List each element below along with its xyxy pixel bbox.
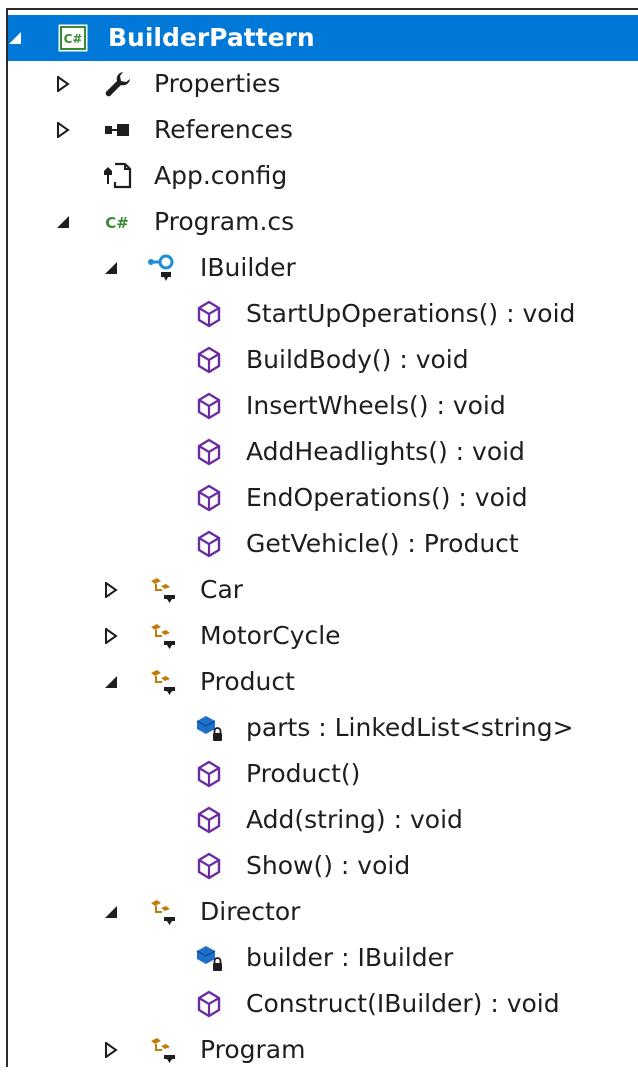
- method-icon: [194, 299, 224, 329]
- tree-item-label: StartUpOperations() : void: [246, 299, 576, 328]
- tree-item-label: References: [154, 115, 293, 144]
- collapsed-arrow-icon[interactable]: [100, 579, 122, 601]
- tree-item[interactable]: Program: [8, 1027, 638, 1073]
- tree-item[interactable]: GetVehicle() : Product: [8, 521, 638, 567]
- tree-item[interactable]: builder : IBuilder: [8, 935, 638, 981]
- class-icon: [148, 575, 178, 605]
- svg-text:C#: C#: [105, 214, 129, 232]
- tree-item-label: builder : IBuilder: [246, 943, 454, 972]
- expanded-arrow-icon[interactable]: [4, 27, 26, 49]
- tree-item-label: GetVehicle() : Product: [246, 529, 519, 558]
- wrench-icon: [102, 69, 132, 99]
- tree-item-label: Product: [200, 667, 295, 696]
- tree-item[interactable]: parts : LinkedList<string>: [8, 705, 638, 751]
- private-field-icon: [194, 943, 224, 973]
- class-icon: [148, 667, 178, 697]
- tree-item[interactable]: Product: [8, 659, 638, 705]
- method-icon: [194, 805, 224, 835]
- tree-item[interactable]: App.config: [8, 153, 638, 199]
- method-icon: [194, 989, 224, 1019]
- svg-text:C#: C#: [64, 32, 83, 46]
- interface-icon: [148, 253, 178, 283]
- tree-item-label: IBuilder: [200, 253, 296, 282]
- tree-item[interactable]: Product(): [8, 751, 638, 797]
- tree-item[interactable]: C# Program.cs: [8, 199, 638, 245]
- collapsed-arrow-icon[interactable]: [100, 1039, 122, 1061]
- method-icon: [194, 345, 224, 375]
- tree-item-label: EndOperations() : void: [246, 483, 528, 512]
- tree-item[interactable]: StartUpOperations() : void: [8, 291, 638, 337]
- expanded-arrow-icon[interactable]: [100, 671, 122, 693]
- tree-item[interactable]: Construct(IBuilder) : void: [8, 981, 638, 1027]
- class-icon: [148, 1035, 178, 1065]
- tree-item-label: App.config: [154, 161, 288, 190]
- tree-item[interactable]: AddHeadlights() : void: [8, 429, 638, 475]
- tree-item-label: BuilderPattern: [108, 23, 315, 52]
- config-file-icon: [102, 161, 132, 191]
- tree-item-label: AddHeadlights() : void: [246, 437, 525, 466]
- method-icon: [194, 529, 224, 559]
- method-icon: [194, 759, 224, 789]
- class-icon: [148, 621, 178, 651]
- tree-item-label: parts : LinkedList<string>: [246, 713, 574, 742]
- tree-item[interactable]: Add(string) : void: [8, 797, 638, 843]
- tree-item[interactable]: EndOperations() : void: [8, 475, 638, 521]
- tree-item-label: Show() : void: [246, 851, 411, 880]
- tree-item[interactable]: Director: [8, 889, 638, 935]
- tree-item[interactable]: Show() : void: [8, 843, 638, 889]
- collapsed-arrow-icon[interactable]: [52, 119, 74, 141]
- expanded-arrow-icon[interactable]: [100, 901, 122, 923]
- csharp-project-icon: C#: [58, 23, 88, 53]
- tree-item-label: Car: [200, 575, 244, 604]
- expanded-arrow-icon[interactable]: [52, 211, 74, 233]
- private-field-icon: [194, 713, 224, 743]
- tree-item[interactable]: References: [8, 107, 638, 153]
- tree-item[interactable]: Properties: [8, 61, 638, 107]
- tree-item-label: BuildBody() : void: [246, 345, 469, 374]
- tree-item-label: Add(string) : void: [246, 805, 463, 834]
- tree-item-label: Construct(IBuilder) : void: [246, 989, 560, 1018]
- method-icon: [194, 483, 224, 513]
- class-icon: [148, 897, 178, 927]
- tree-item-label: Program: [200, 1035, 306, 1064]
- tree-item-project[interactable]: C# BuilderPattern: [8, 15, 638, 61]
- method-icon: [194, 391, 224, 421]
- tree-item[interactable]: Car: [8, 567, 638, 613]
- tree-item-label: MotorCycle: [200, 621, 341, 650]
- tree-item-label: Director: [200, 897, 301, 926]
- csharp-file-icon: C#: [102, 207, 132, 237]
- tree-item[interactable]: MotorCycle: [8, 613, 638, 659]
- references-icon: [102, 115, 132, 145]
- method-icon: [194, 437, 224, 467]
- collapsed-arrow-icon[interactable]: [100, 625, 122, 647]
- tree-item[interactable]: IBuilder: [8, 245, 638, 291]
- collapsed-arrow-icon[interactable]: [52, 73, 74, 95]
- solution-explorer-tree: C# BuilderPattern Properties References Ap…: [6, 8, 638, 1067]
- tree-item-label: Properties: [154, 69, 281, 98]
- expanded-arrow-icon[interactable]: [100, 257, 122, 279]
- tree-item-label: Product(): [246, 759, 361, 788]
- method-icon: [194, 851, 224, 881]
- tree-item[interactable]: InsertWheels() : void: [8, 383, 638, 429]
- tree-item[interactable]: BuildBody() : void: [8, 337, 638, 383]
- tree-item-label: Program.cs: [154, 207, 295, 236]
- tree-item-label: InsertWheels() : void: [246, 391, 506, 420]
